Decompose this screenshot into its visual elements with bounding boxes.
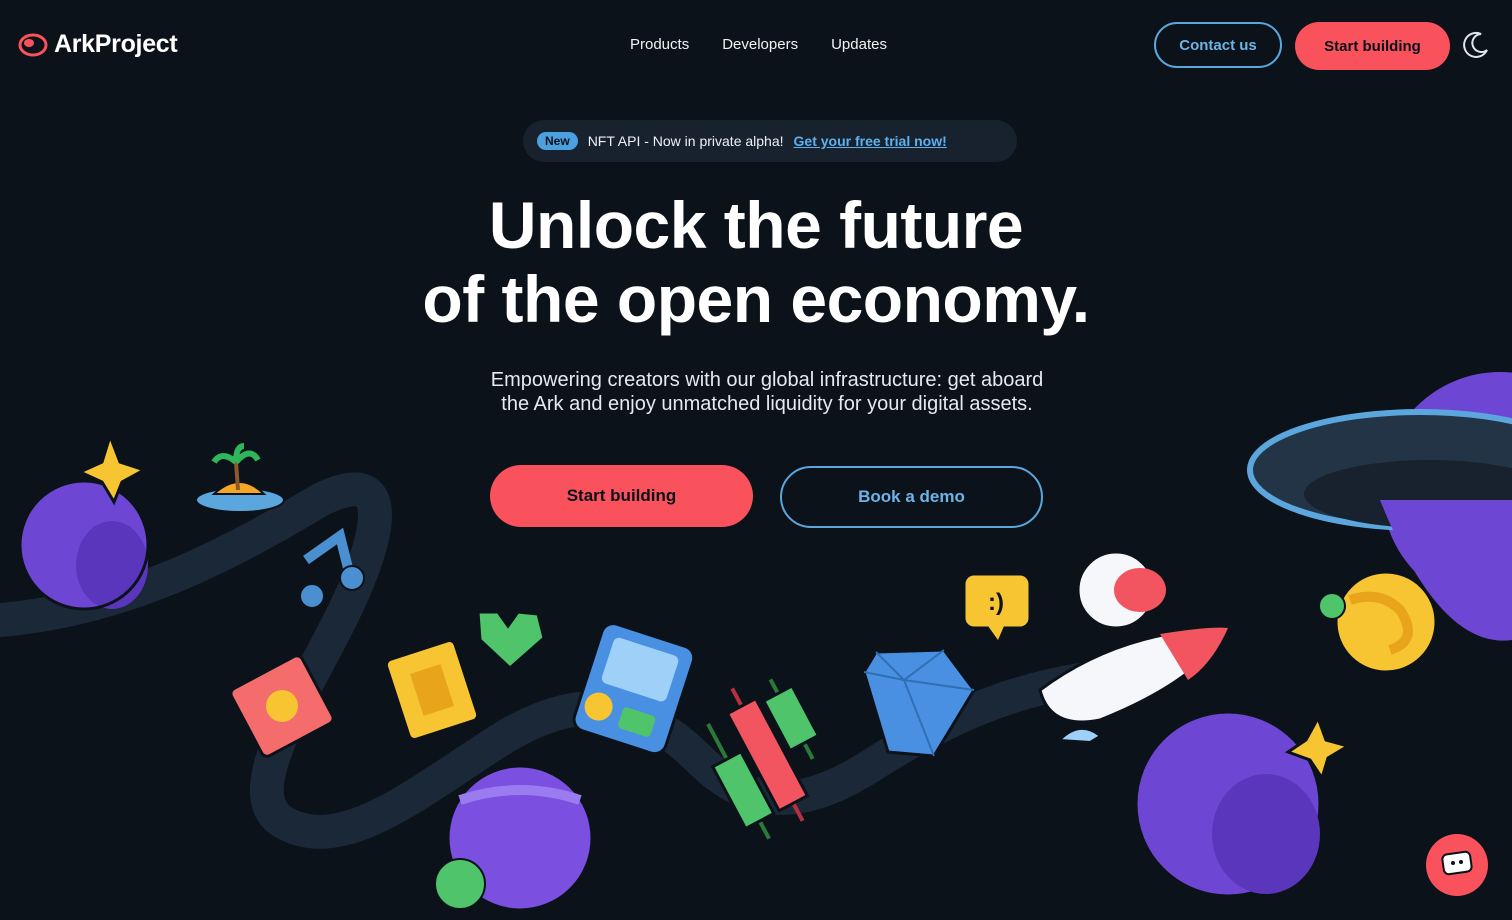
chat-bubble-icon: :) bbox=[962, 572, 1032, 640]
pixel-heart-icon bbox=[476, 610, 546, 671]
hero-subtitle-line-2: the Ark and enjoy unmatched liquidity fo… bbox=[501, 393, 1033, 415]
announcement-banner: New NFT API - Now in private alpha! Get … bbox=[523, 120, 1017, 162]
planet-icon bbox=[434, 764, 594, 912]
nav-products[interactable]: Products bbox=[630, 36, 689, 53]
brand-name: ArkProject bbox=[54, 30, 178, 58]
planet-icon bbox=[1134, 710, 1322, 898]
start-building-button[interactable]: Start building bbox=[490, 465, 753, 527]
nav-updates[interactable]: Updates bbox=[831, 36, 887, 53]
hero-subtitle-line-1: Empowering creators with our global infr… bbox=[490, 369, 1044, 391]
moon-icon[interactable] bbox=[1461, 30, 1491, 60]
hero-title: Unlock the future of the open economy. bbox=[0, 188, 1512, 336]
ark-logo-icon bbox=[18, 33, 48, 56]
hero-subtitle: Empowering creators with our global infr… bbox=[406, 368, 1128, 416]
main-nav: Products Developers Updates bbox=[630, 36, 887, 53]
chat-widget-button[interactable] bbox=[1426, 834, 1488, 896]
nav-developers[interactable]: Developers bbox=[722, 36, 798, 53]
new-badge: New bbox=[537, 132, 578, 150]
planet-icon bbox=[1318, 570, 1438, 674]
astronaut-rocket-icon bbox=[1038, 550, 1231, 744]
pixel-badge-icon bbox=[384, 638, 480, 742]
contact-us-button[interactable]: Contact us bbox=[1154, 22, 1282, 68]
planet-icon bbox=[18, 479, 150, 611]
book-demo-button[interactable]: Book a demo bbox=[780, 466, 1043, 528]
announcement-text: NFT API - Now in private alpha! bbox=[587, 133, 784, 149]
free-trial-link[interactable]: Get your free trial now! bbox=[794, 133, 947, 149]
hero-title-line-1: Unlock the future bbox=[488, 188, 1024, 262]
chat-icon bbox=[1441, 850, 1473, 876]
hero-title-line-2: of the open economy. bbox=[422, 262, 1090, 336]
start-building-header-button[interactable]: Start building bbox=[1295, 22, 1450, 70]
bubble-text: :) bbox=[988, 589, 1004, 616]
island-icon bbox=[195, 443, 285, 513]
brand-logo[interactable]: ArkProject bbox=[18, 30, 178, 59]
